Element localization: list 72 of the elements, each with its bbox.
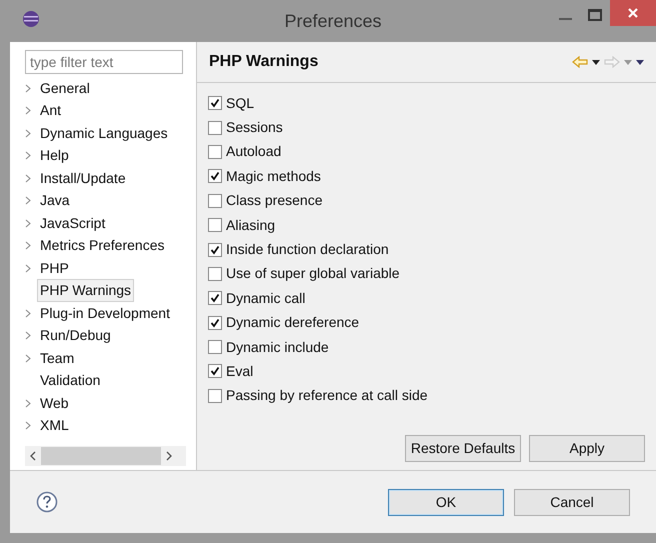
ok-button[interactable]: OK [388,488,504,516]
option-label: Eval [226,362,254,381]
tree-item[interactable]: Plug-in Development [37,302,173,325]
checkbox[interactable] [208,340,222,354]
close-button[interactable] [610,0,656,26]
close-icon [627,7,639,19]
option-label: Autoload [226,142,282,162]
checkbox[interactable] [208,120,222,135]
expand-chevron-icon[interactable] [25,331,31,340]
expand-chevron-icon[interactable] [25,196,31,206]
checkbox[interactable] [208,242,222,257]
option-label: Magic methods [226,166,321,186]
apply-button[interactable]: Apply [529,435,645,462]
tree-item[interactable]: Ant [37,99,64,122]
option-label: Passing by reference at call side [226,386,428,406]
expand-chevron-icon[interactable] [25,218,31,228]
option-label: Dynamic call [226,288,306,308]
expand-chevron-icon[interactable] [25,308,31,318]
app-logo-icon [22,10,40,28]
tree-item[interactable]: Dynamic Languages [37,122,171,145]
option-label: Inside function declaration [226,240,389,260]
tree-item[interactable]: PHP Warnings [37,279,134,302]
restore-defaults-button[interactable]: Restore Defaults [405,435,521,462]
window-title: Preferences [284,10,382,32]
option-label: Sessions [226,118,283,138]
option-label: Aliasing [226,216,276,235]
tree-item[interactable]: PHP [37,256,72,280]
option-label: Use of super global variable [226,264,400,284]
expand-chevron-icon[interactable] [25,128,31,138]
checkbox[interactable] [208,169,222,184]
option-label: Class presence [226,191,322,210]
forward-arrow-icon [604,56,620,68]
checkbox[interactable] [208,96,222,110]
tree-item[interactable]: Java [37,189,73,212]
filter-field[interactable]: type filter text [25,50,183,74]
checkbox[interactable] [208,266,222,281]
checkbox[interactable] [208,144,222,159]
cancel-button[interactable]: Cancel [514,488,630,516]
tree-item[interactable]: Web [37,392,72,415]
tree-item[interactable]: JavaScript [37,212,108,235]
help-icon[interactable] [36,491,58,513]
tree-item[interactable]: Metrics Preferences [37,234,168,258]
checkbox[interactable] [208,194,222,208]
horizontal-scrollbar[interactable] [25,446,186,466]
dropdown-caret-icon [624,60,632,64]
dropdown-caret-icon[interactable] [592,60,600,64]
expand-chevron-icon[interactable] [25,264,31,273]
view-menu-icon[interactable] [636,60,644,64]
tree-item[interactable]: General [37,76,93,100]
checkbox[interactable] [208,388,222,403]
tree-item[interactable]: Help [37,144,72,168]
tree-item[interactable]: Team [37,346,78,370]
expand-chevron-icon[interactable] [25,421,31,430]
tree-item[interactable]: Install/Update [37,166,129,190]
tree-item[interactable]: Run/Debug [37,324,114,348]
page-title: PHP Warnings [209,52,318,72]
expand-chevron-icon[interactable] [25,151,31,160]
expand-chevron-icon[interactable] [25,398,31,408]
expand-chevron-icon[interactable] [25,84,31,93]
expand-chevron-icon[interactable] [25,174,31,183]
expand-chevron-icon[interactable] [25,241,31,250]
tree-item[interactable]: XML [37,414,72,438]
checkbox[interactable] [208,316,222,330]
option-label: SQL [226,94,254,113]
checkbox[interactable] [208,291,222,306]
option-label: Dynamic dereference [226,313,360,332]
checkbox[interactable] [208,218,222,232]
tree-item[interactable]: Validation [37,369,104,392]
option-label: Dynamic include [226,338,329,357]
expand-chevron-icon[interactable] [25,106,31,116]
checkbox[interactable] [208,364,222,378]
expand-chevron-icon[interactable] [25,354,31,363]
